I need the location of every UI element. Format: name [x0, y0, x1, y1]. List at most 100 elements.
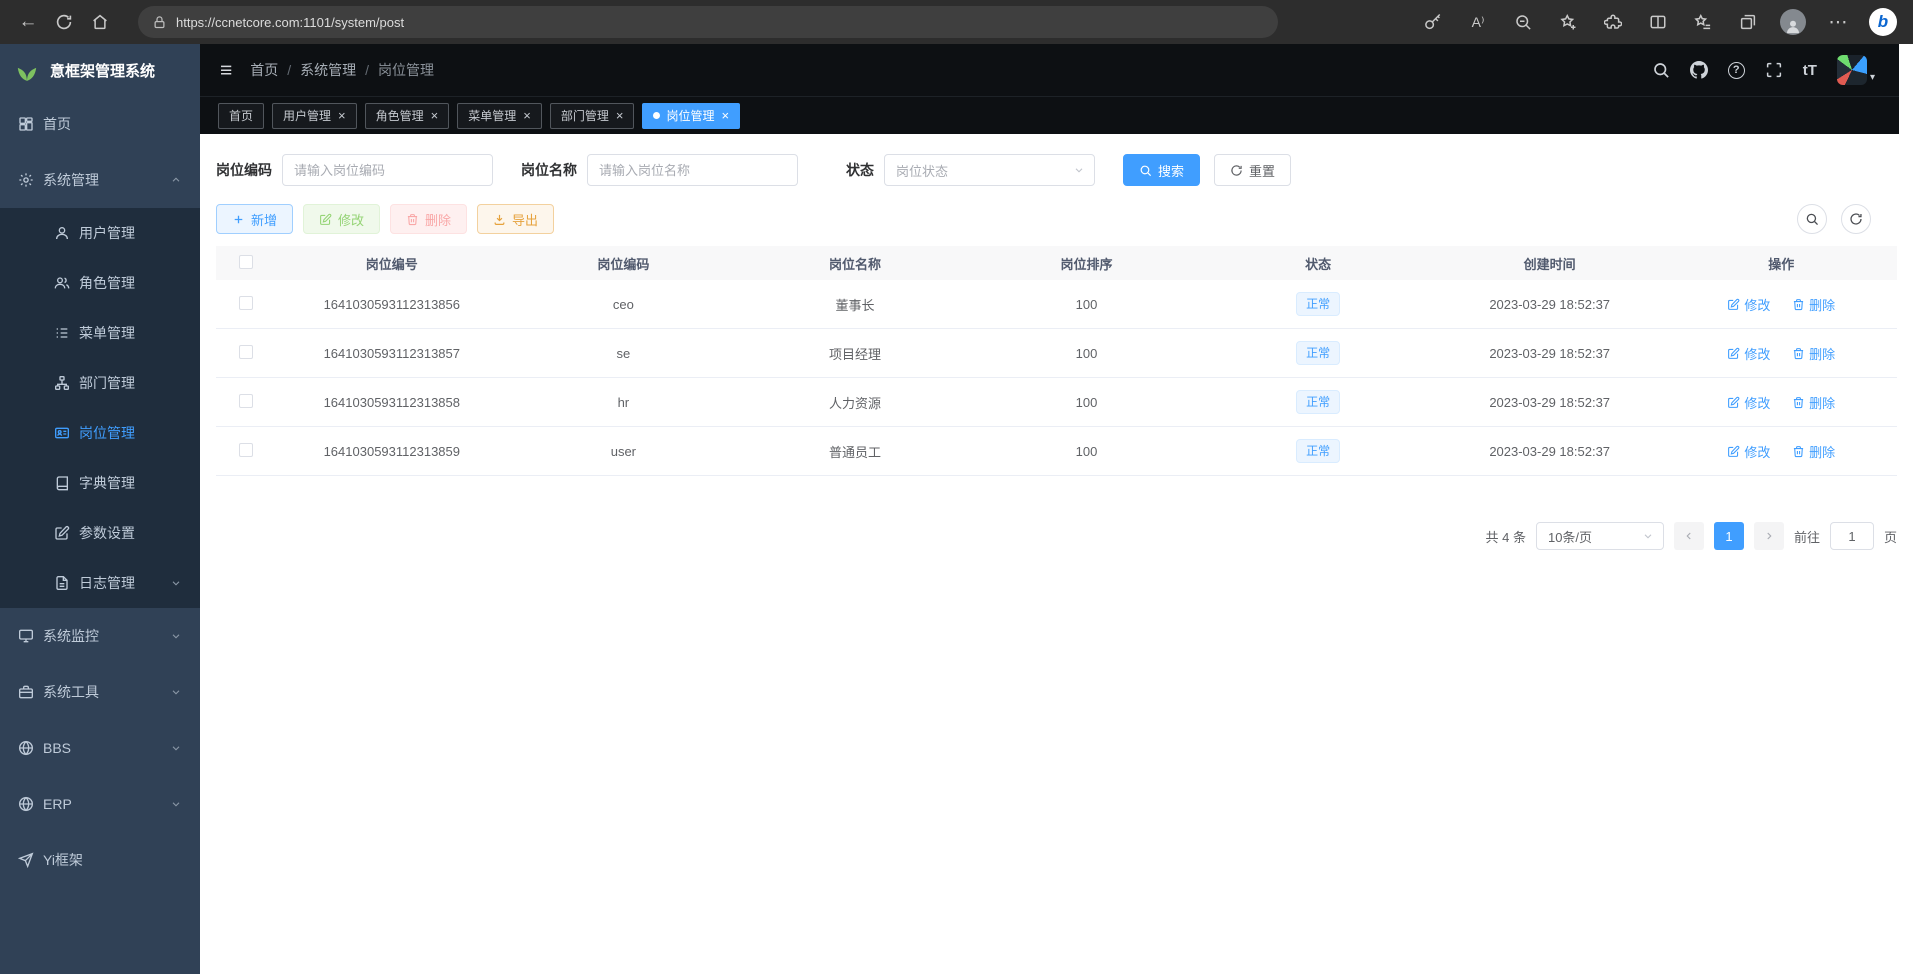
row-edit-link[interactable]: 修改 — [1727, 442, 1770, 461]
row-checkbox[interactable] — [239, 345, 253, 359]
zoom-out-button[interactable] — [1505, 5, 1541, 39]
sidebar-item-erp[interactable]: ERP — [0, 776, 200, 832]
sidebar-item-dept-management[interactable]: 部门管理 — [0, 358, 200, 408]
search-button[interactable]: 搜索 — [1123, 154, 1200, 186]
browser-menu-button[interactable]: ⋯ — [1820, 5, 1856, 39]
tab-user-management[interactable]: 用户管理 × — [272, 103, 357, 129]
header-search-icon[interactable] — [1652, 61, 1670, 79]
header-status: 状态 — [1202, 254, 1434, 273]
sidebar-item-home[interactable]: 首页 — [0, 96, 200, 152]
post-name-input[interactable] — [587, 154, 798, 186]
page-size-select[interactable]: 10条/页 — [1536, 522, 1664, 550]
sidebar-item-dict-management[interactable]: 字典管理 — [0, 458, 200, 508]
row-delete-link[interactable]: 删除 — [1792, 344, 1835, 363]
row-checkbox[interactable] — [239, 394, 253, 408]
passwords-key-button[interactable] — [1415, 5, 1451, 39]
tab-menu-management[interactable]: 菜单管理 × — [457, 103, 542, 129]
trash-icon — [1792, 347, 1805, 360]
trash-icon — [1792, 396, 1805, 409]
toggle-search-button[interactable] — [1797, 204, 1827, 234]
select-all-checkbox[interactable] — [239, 255, 253, 269]
header-actions: 操作 — [1665, 254, 1897, 273]
chevron-down-icon — [1073, 164, 1085, 176]
row-delete-link[interactable]: 删除 — [1792, 442, 1835, 461]
add-button[interactable]: 新增 — [216, 204, 293, 234]
tab-post-management[interactable]: 岗位管理 × — [642, 103, 740, 129]
tab-close-icon[interactable]: × — [721, 109, 729, 122]
row-edit-link[interactable]: 修改 — [1727, 344, 1770, 363]
toolbox-icon — [18, 684, 34, 700]
sidebar-item-system-management[interactable]: 系统管理 — [0, 152, 200, 208]
delete-button[interactable]: 删除 — [390, 204, 467, 234]
row-delete-link[interactable]: 删除 — [1792, 295, 1835, 314]
bing-button[interactable]: b — [1865, 5, 1901, 39]
goto-page-input[interactable] — [1830, 522, 1874, 550]
extensions-button[interactable] — [1595, 5, 1631, 39]
address-bar[interactable]: https://ccnetcore.com:1101/system/post — [138, 6, 1278, 38]
app-logo[interactable]: 意框架管理系统 — [0, 44, 200, 96]
user-avatar[interactable]: ▾ — [1837, 55, 1875, 85]
breadcrumb-home[interactable]: 首页 — [250, 60, 278, 80]
collections-button[interactable] — [1730, 5, 1766, 39]
refresh-icon — [1230, 164, 1243, 177]
profile-button[interactable] — [1775, 5, 1811, 39]
export-button[interactable]: 导出 — [477, 204, 554, 234]
post-code-input[interactable] — [282, 154, 493, 186]
tab-close-icon[interactable]: × — [523, 109, 531, 122]
tab-close-icon[interactable]: × — [338, 109, 346, 122]
sidebar-item-bbs[interactable]: BBS — [0, 720, 200, 776]
sidebar-toggle-icon[interactable]: ≡ — [220, 60, 232, 81]
tab-role-management[interactable]: 角色管理 × — [365, 103, 450, 129]
table-row: 1641030593112313858 hr 人力资源 100 正常 2023-… — [216, 378, 1897, 427]
next-page-button[interactable] — [1754, 522, 1784, 550]
font-size-button[interactable]: tT — [1803, 62, 1817, 79]
sidebar-item-post-management[interactable]: 岗位管理 — [0, 408, 200, 458]
sidebar-item-user-management[interactable]: 用户管理 — [0, 208, 200, 258]
row-edit-link[interactable]: 修改 — [1727, 393, 1770, 412]
prev-page-button[interactable] — [1674, 522, 1704, 550]
sidebar-item-yi-framework[interactable]: Yi框架 — [0, 832, 200, 888]
tab-close-icon[interactable]: × — [431, 109, 439, 122]
page-scrollbar[interactable] — [1899, 44, 1913, 974]
toolbar-right — [1797, 204, 1897, 234]
favorites-button[interactable] — [1685, 5, 1721, 39]
dashboard-icon — [18, 116, 34, 132]
back-button[interactable]: ← — [10, 5, 46, 39]
github-icon[interactable] — [1690, 61, 1708, 79]
split-screen-button[interactable] — [1640, 5, 1676, 39]
home-button[interactable] — [82, 5, 118, 39]
row-checkbox[interactable] — [239, 296, 253, 310]
trash-icon — [406, 213, 419, 226]
refresh-table-button[interactable] — [1841, 204, 1871, 234]
cell-post-sort: 100 — [971, 346, 1203, 361]
row-edit-link[interactable]: 修改 — [1727, 295, 1770, 314]
sidebar-item-role-management[interactable]: 角色管理 — [0, 258, 200, 308]
sidebar-item-log-management[interactable]: 日志管理 — [0, 558, 200, 608]
tab-dept-management[interactable]: 部门管理 × — [550, 103, 635, 129]
table-row: 1641030593112313856 ceo 董事长 100 正常 2023-… — [216, 280, 1897, 329]
status-select[interactable]: 岗位状态 — [884, 154, 1095, 186]
cell-created: 2023-03-29 18:52:37 — [1434, 297, 1666, 312]
sidebar-item-system-tools[interactable]: 系统工具 — [0, 664, 200, 720]
row-delete-link[interactable]: 删除 — [1792, 393, 1835, 412]
cell-created: 2023-03-29 18:52:37 — [1434, 346, 1666, 361]
reset-button[interactable]: 重置 — [1214, 154, 1291, 186]
sidebar-item-system-monitor[interactable]: 系统监控 — [0, 608, 200, 664]
fullscreen-icon[interactable] — [1765, 61, 1783, 79]
page-number-button[interactable]: 1 — [1714, 522, 1744, 550]
tab-home[interactable]: 首页 — [218, 103, 264, 129]
row-checkbox[interactable] — [239, 443, 253, 457]
tab-close-icon[interactable]: × — [616, 109, 624, 122]
breadcrumb-system[interactable]: 系统管理 — [300, 60, 356, 80]
sidebar-item-param-settings[interactable]: 参数设置 — [0, 508, 200, 558]
read-aloud-button[interactable]: A⁾ — [1460, 5, 1496, 39]
sidebar-item-menu-management[interactable]: 菜单管理 — [0, 308, 200, 358]
site-info-lock-icon[interactable] — [152, 15, 167, 30]
add-favorite-button[interactable] — [1550, 5, 1586, 39]
users-ic on — [54, 275, 70, 291]
main-area: ≡ 首页 / 系统管理 / 岗位管理 ? tT ▾ — [200, 44, 1913, 974]
help-icon[interactable]: ? — [1728, 62, 1745, 79]
post-table: 岗位编号 岗位编码 岗位名称 岗位排序 状态 创建时间 操作 164103059… — [216, 246, 1897, 476]
edit-button[interactable]: 修改 — [303, 204, 380, 234]
reload-button[interactable] — [46, 5, 82, 39]
